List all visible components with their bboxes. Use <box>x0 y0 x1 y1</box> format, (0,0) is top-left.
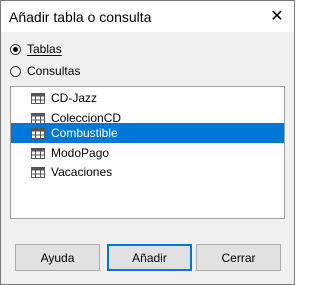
list-item-selected[interactable]: Combustible <box>11 123 284 143</box>
list-item-label: Combustible <box>51 126 118 140</box>
title-bar: Añadir tabla o consulta ✕ <box>1 1 294 32</box>
add-button[interactable]: Añadir <box>107 244 192 271</box>
queries-radio-label[interactable]: Consultas <box>27 64 80 78</box>
help-button[interactable]: Ayuda <box>15 244 100 271</box>
table-icon <box>31 92 45 104</box>
list-item[interactable]: ModoPago <box>11 143 284 163</box>
close-icon[interactable]: ✕ <box>264 3 290 29</box>
tables-radio-option[interactable]: Tablas <box>10 41 62 57</box>
queries-radio[interactable] <box>10 65 21 77</box>
list-item-label: CD-Jazz <box>51 91 98 105</box>
table-icon <box>31 127 45 139</box>
tables-radio[interactable] <box>10 43 21 55</box>
queries-radio-option[interactable]: Consultas <box>10 63 80 79</box>
tables-list[interactable]: CD-Jazz ColeccionCD Combustible ModoPago… <box>10 86 285 219</box>
list-item[interactable]: CD-Jazz <box>11 88 284 108</box>
tables-radio-label[interactable]: Tablas <box>27 42 62 56</box>
table-icon <box>31 147 45 159</box>
dialog-title: Añadir tabla o consulta <box>9 9 152 25</box>
list-item-label: Vacaciones <box>51 165 113 179</box>
table-icon <box>31 166 45 178</box>
table-icon <box>31 112 45 124</box>
list-item[interactable]: Vacaciones <box>11 162 284 182</box>
add-table-or-query-dialog: Añadir tabla o consulta ✕ Tablas Consult… <box>0 0 295 285</box>
close-button[interactable]: Cerrar <box>196 244 281 271</box>
list-item-label: ModoPago <box>51 146 110 160</box>
